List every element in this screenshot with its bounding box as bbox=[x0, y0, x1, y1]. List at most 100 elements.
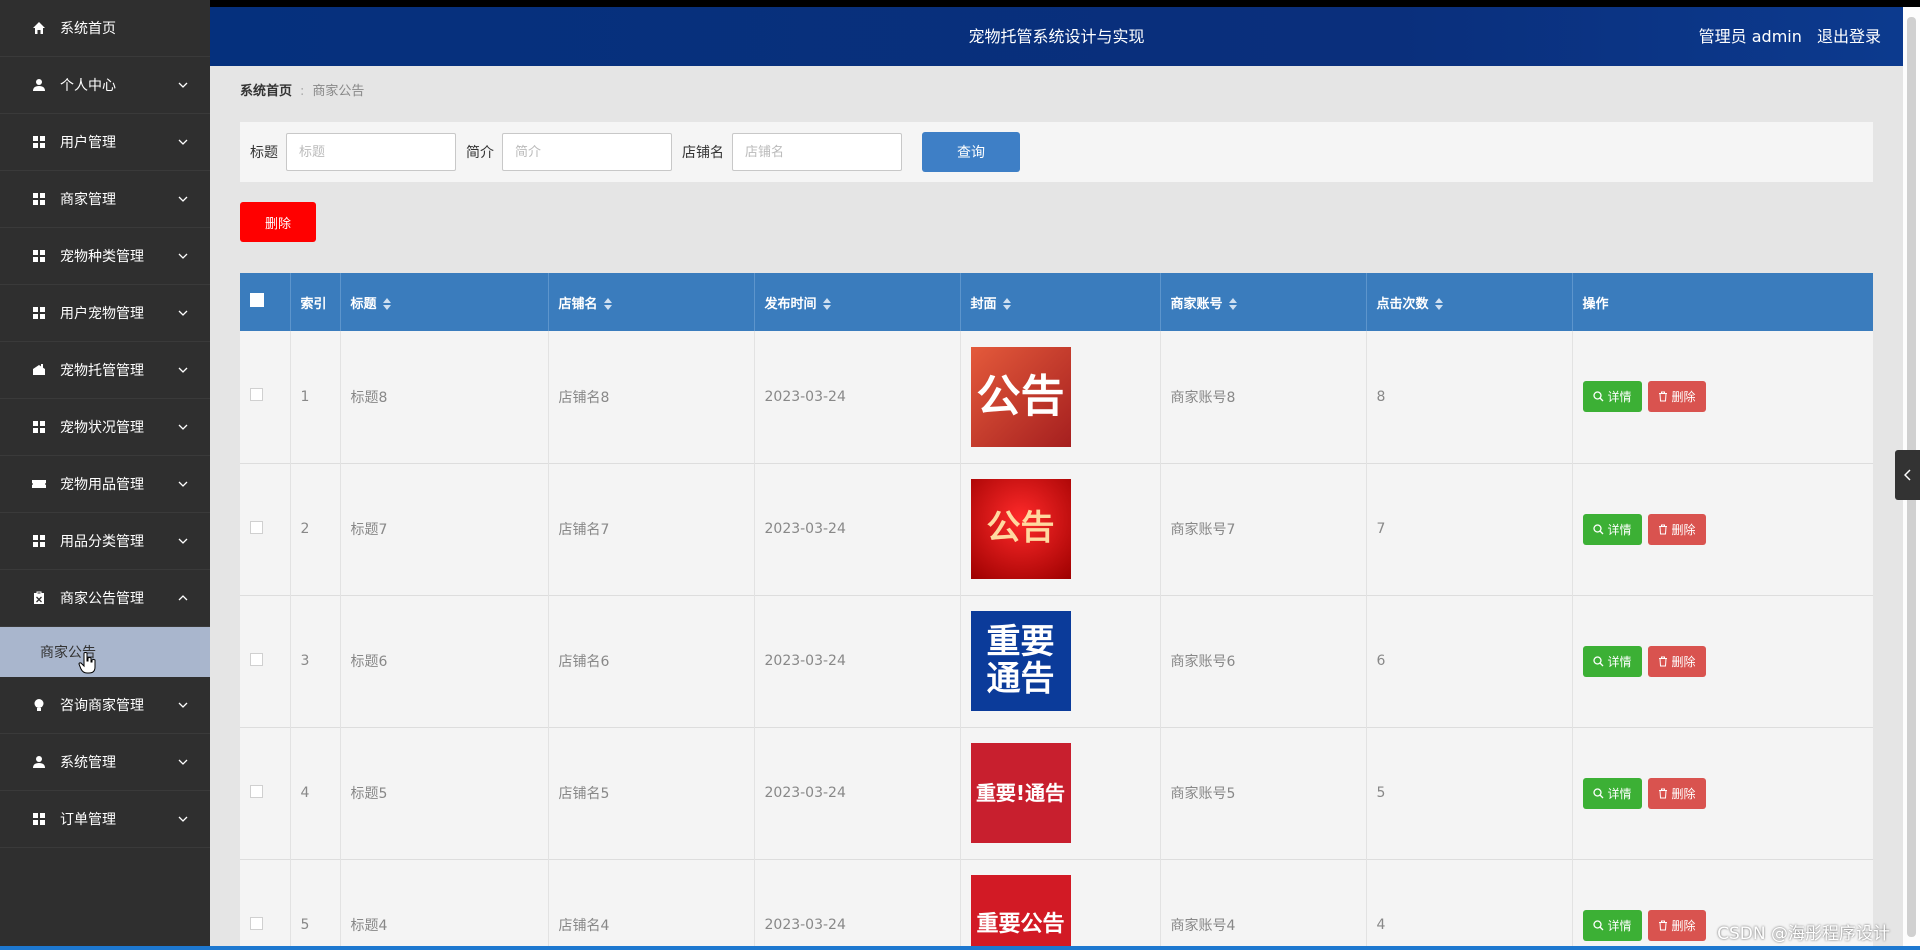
sidebar-item-pet-status-management[interactable]: 宠物状况管理 bbox=[0, 399, 210, 456]
grid-icon bbox=[30, 810, 48, 828]
delete-button[interactable]: 删除 bbox=[1647, 513, 1706, 545]
collapse-panel-button[interactable] bbox=[1895, 450, 1920, 500]
delete-label: 删除 bbox=[1671, 786, 1696, 801]
row-select-cell bbox=[240, 331, 291, 463]
trash-icon bbox=[1658, 788, 1667, 798]
breadcrumb-home[interactable]: 系统首页 bbox=[240, 84, 292, 99]
chevron-down-icon bbox=[178, 196, 188, 202]
intro-filter-input[interactable] bbox=[502, 133, 672, 171]
row-checkbox[interactable] bbox=[250, 520, 263, 534]
search-icon bbox=[1592, 391, 1603, 402]
sidebar-subitem-merchant-notice[interactable]: 商家公告 bbox=[0, 627, 210, 677]
column-header-shop[interactable]: 店铺名 bbox=[548, 273, 755, 331]
date-cell: 2023-03-24 bbox=[754, 595, 961, 727]
detail-button[interactable]: 详情 bbox=[1582, 381, 1642, 413]
detail-button[interactable]: 详情 bbox=[1582, 909, 1642, 941]
grid-icon bbox=[30, 532, 48, 550]
page-title: 宠物托管系统设计与实现 bbox=[968, 27, 1145, 46]
sidebar-item-pet-supplies-management[interactable]: 宠物用品管理 bbox=[0, 456, 210, 513]
sidebar-item-system-management[interactable]: 系统管理 bbox=[0, 734, 210, 791]
title-cell: 标题4 bbox=[340, 859, 549, 946]
shop-filter-label: 店铺名 bbox=[682, 145, 724, 161]
sidebar-item-user-pet-management[interactable]: 用户宠物管理 bbox=[0, 285, 210, 342]
search-icon bbox=[1592, 919, 1603, 930]
sidebar-item-label: 系统管理 bbox=[60, 755, 116, 771]
cover-text: 重要!通告 bbox=[975, 781, 1066, 805]
column-header-title[interactable]: 标题 bbox=[340, 273, 549, 331]
table-row: 1 标题8 店铺名8 2023-03-24 公告 商家账号8 8 详情 删除 bbox=[240, 331, 1873, 463]
column-header-date[interactable]: 发布时间 bbox=[754, 273, 961, 331]
row-checkbox[interactable] bbox=[250, 916, 263, 930]
row-select-cell bbox=[240, 859, 291, 946]
delete-button[interactable]: 删除 bbox=[1647, 777, 1706, 809]
delete-label: 删除 bbox=[1671, 390, 1696, 405]
sidebar-item-pet-type-management[interactable]: 宠物种类管理 bbox=[0, 228, 210, 285]
cover-cell: 重要公告 bbox=[960, 859, 1161, 946]
query-button[interactable]: 查询 bbox=[922, 132, 1020, 172]
account-cell: 商家账号6 bbox=[1160, 595, 1367, 727]
breadcrumb-current: 商家公告 bbox=[312, 84, 365, 99]
chevron-down-icon bbox=[178, 367, 188, 373]
chevron-down-icon bbox=[178, 424, 188, 430]
intro-filter-label: 简介 bbox=[466, 145, 494, 161]
row-checkbox[interactable] bbox=[250, 652, 263, 666]
sidebar-item-label: 咨询商家管理 bbox=[60, 698, 144, 714]
sidebar-item-merchant-management[interactable]: 商家管理 bbox=[0, 171, 210, 228]
delete-button[interactable]: 删除 bbox=[1647, 381, 1706, 413]
sidebar-item-label: 宠物种类管理 bbox=[60, 249, 144, 265]
select-all-cell bbox=[240, 273, 291, 331]
breadcrumb: 系统首页: 商家公告 bbox=[240, 80, 364, 99]
detail-button[interactable]: 详情 bbox=[1582, 777, 1642, 809]
sidebar-item-supply-category-management[interactable]: 用品分类管理 bbox=[0, 513, 210, 570]
grid-icon bbox=[30, 418, 48, 436]
column-header-account[interactable]: 商家账号 bbox=[1160, 273, 1367, 331]
column-header-label: 点击次数 bbox=[1376, 296, 1429, 312]
column-header-clicks[interactable]: 点击次数 bbox=[1366, 273, 1573, 331]
ticket-icon bbox=[30, 475, 48, 493]
title-cell: 标题8 bbox=[340, 331, 549, 463]
shop-cell: 店铺名7 bbox=[548, 463, 755, 595]
column-header-cover[interactable]: 封面 bbox=[960, 273, 1161, 331]
clicks-cell: 5 bbox=[1366, 727, 1573, 859]
date-cell: 2023-03-24 bbox=[754, 463, 961, 595]
delete-button[interactable]: 删除 bbox=[1647, 645, 1706, 677]
title-filter-input[interactable] bbox=[286, 133, 456, 171]
row-checkbox[interactable] bbox=[250, 784, 263, 798]
chevron-down-icon bbox=[178, 538, 188, 544]
row-checkbox[interactable] bbox=[250, 388, 263, 402]
cover-cell: 重要 通告 bbox=[960, 595, 1161, 727]
title-cell: 标题5 bbox=[340, 727, 549, 859]
detail-button[interactable]: 详情 bbox=[1582, 513, 1642, 545]
sidebar-item-home[interactable]: 系统首页 bbox=[0, 0, 210, 57]
sidebar-item-label: 商家公告管理 bbox=[60, 591, 144, 607]
sidebar-item-consult-merchant-management[interactable]: 咨询商家管理 bbox=[0, 677, 210, 734]
cover-text: 通告 bbox=[986, 659, 1055, 699]
account-cell: 商家账号4 bbox=[1160, 859, 1367, 946]
table-row: 3 标题6 店铺名6 2023-03-24 重要 通告 商家账号6 6 详情 删除 bbox=[240, 595, 1873, 727]
detail-button[interactable]: 详情 bbox=[1582, 645, 1642, 677]
cover-cell: 公告 bbox=[960, 331, 1161, 463]
logout-link[interactable]: 退出登录 bbox=[1817, 27, 1881, 46]
sidebar-item-personal-center[interactable]: 个人中心 bbox=[0, 57, 210, 114]
sidebar-item-merchant-notice-management[interactable]: 商家公告管理 bbox=[0, 570, 210, 627]
batch-delete-button[interactable]: 删除 bbox=[240, 202, 316, 242]
sidebar-item-pet-boarding-management[interactable]: 宠物托管管理 bbox=[0, 342, 210, 399]
sidebar-item-order-management[interactable]: 订单管理 bbox=[0, 791, 210, 848]
shop-cell: 店铺名5 bbox=[548, 727, 755, 859]
detail-label: 详情 bbox=[1607, 654, 1632, 669]
shop-filter-input[interactable] bbox=[732, 133, 902, 171]
sort-icon bbox=[1434, 298, 1443, 310]
actions-cell: 详情 删除 bbox=[1572, 331, 1873, 463]
delete-button[interactable]: 删除 bbox=[1647, 909, 1706, 941]
search-icon bbox=[1592, 655, 1603, 666]
cover-cell: 公告 bbox=[960, 463, 1161, 595]
chevron-left-icon bbox=[1903, 469, 1911, 481]
column-header-label: 发布时间 bbox=[764, 296, 817, 312]
sort-icon bbox=[382, 298, 391, 310]
select-all-checkbox[interactable] bbox=[250, 293, 264, 307]
chevron-down-icon bbox=[178, 82, 188, 88]
chevron-down-icon bbox=[178, 481, 188, 487]
trash-icon bbox=[1658, 391, 1667, 402]
sidebar-item-user-management[interactable]: 用户管理 bbox=[0, 114, 210, 171]
date-cell: 2023-03-24 bbox=[754, 727, 961, 859]
